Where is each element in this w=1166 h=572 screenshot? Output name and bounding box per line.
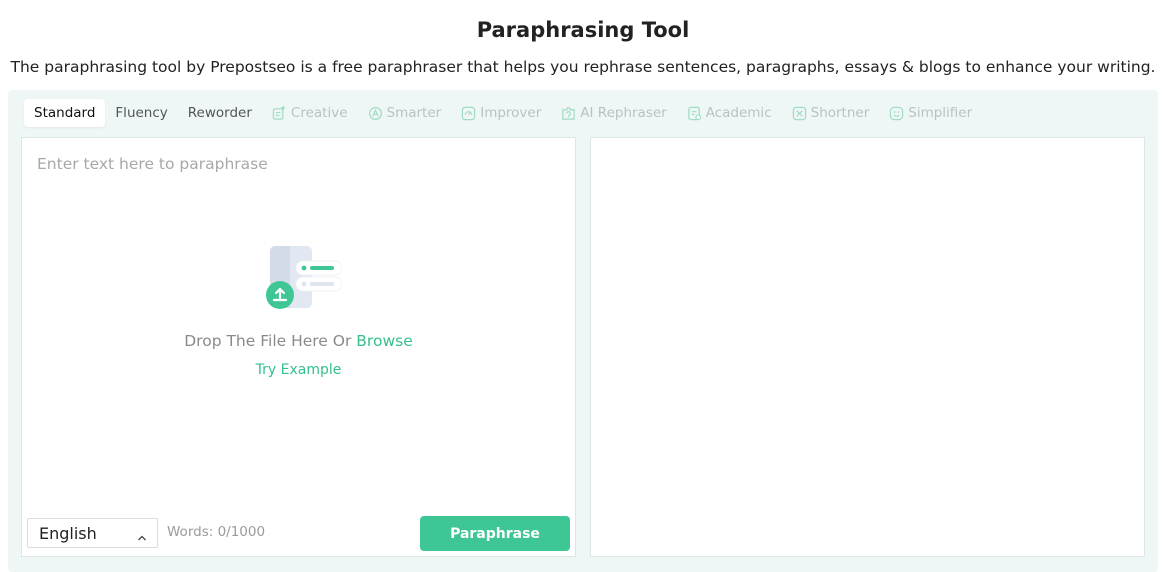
tab-label: Shortner — [810, 105, 870, 121]
shortner-icon — [792, 106, 807, 121]
word-count: Words: 0/1000 — [167, 524, 266, 540]
paraphrase-tool: Standard Fluency Reworder Creative Smart… — [8, 90, 1158, 572]
language-select-value: English — [39, 523, 97, 543]
academic-icon — [687, 106, 702, 121]
mode-tabs: Standard Fluency Reworder Creative Smart… — [24, 99, 982, 127]
tab-academic[interactable]: Academic — [677, 99, 782, 127]
tab-ai-rephraser[interactable]: AI Rephraser — [551, 99, 676, 127]
improver-icon — [461, 106, 476, 121]
tab-standard[interactable]: Standard — [24, 99, 106, 127]
language-select[interactable]: English — [27, 518, 158, 548]
input-panel[interactable]: Enter text here to paraphrase Drop The F… — [21, 137, 576, 557]
output-panel — [590, 137, 1145, 557]
page-subtitle: The paraphrasing tool by Prepostseo is a… — [10, 58, 1156, 76]
tab-reworder[interactable]: Reworder — [178, 99, 262, 127]
tab-label: Standard — [34, 105, 96, 121]
tab-label: Fluency — [115, 105, 168, 121]
tab-label: Simplifier — [908, 105, 973, 121]
tab-improver[interactable]: Improver — [451, 99, 551, 127]
tab-smarter[interactable]: Smarter — [358, 99, 452, 127]
try-example-link[interactable]: Try Example — [22, 362, 575, 378]
tab-creative[interactable]: Creative — [262, 99, 358, 127]
tab-label: Smarter — [386, 105, 442, 121]
paraphrase-button[interactable]: Paraphrase — [420, 516, 570, 551]
chevron-up-icon — [137, 528, 147, 541]
tab-shortner[interactable]: Shortner — [782, 99, 880, 127]
drop-file-label: Drop The File Here Or — [184, 332, 352, 350]
creative-icon — [272, 105, 287, 121]
drop-file-text: Drop The File Here Or Browse — [22, 332, 575, 350]
tab-label: Reworder — [187, 105, 252, 121]
tab-label: AI Rephraser — [580, 105, 667, 121]
input-textarea-placeholder[interactable]: Enter text here to paraphrase — [37, 155, 268, 173]
tab-label: Improver — [480, 105, 542, 121]
tab-fluency[interactable]: Fluency — [105, 99, 177, 127]
tab-label: Creative — [290, 105, 348, 121]
file-upload-icon[interactable] — [256, 244, 343, 312]
ai-rephraser-icon — [561, 106, 576, 121]
page-title: Paraphrasing Tool — [476, 18, 690, 42]
smarter-icon — [368, 106, 383, 121]
tab-simplifier[interactable]: Simplifier — [879, 99, 982, 127]
simplifier-icon — [889, 106, 904, 121]
browse-link[interactable]: Browse — [356, 332, 412, 350]
tab-label: Academic — [705, 105, 772, 121]
